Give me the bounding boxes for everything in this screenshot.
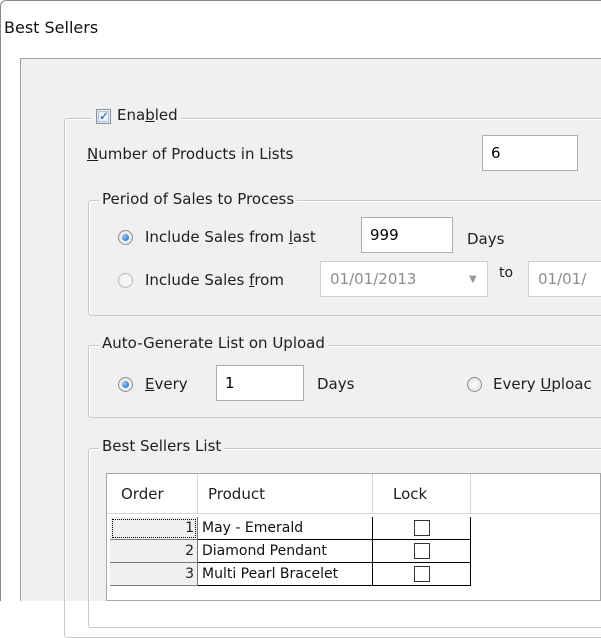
best-sellers-group-title: Best Sellers List: [99, 437, 225, 455]
order-cell[interactable]: 3: [110, 563, 198, 586]
to-label: to: [499, 265, 514, 281]
lock-checkbox[interactable]: [413, 543, 430, 559]
check-mark-icon: ✓: [98, 109, 110, 123]
product-cell[interactable]: Diamond Pendant: [198, 540, 373, 563]
window-title: Best Sellers: [4, 18, 99, 37]
best-sellers-table[interactable]: Order Product Lock 1 May - Emerald 2 Dia…: [106, 473, 601, 601]
column-header-lock[interactable]: Lock: [373, 474, 471, 514]
to-date-value: 01/01/: [538, 270, 587, 288]
column-header-product[interactable]: Product: [198, 474, 373, 514]
period-group: [88, 200, 601, 316]
every-upload-label[interactable]: Every Uploac: [493, 375, 592, 393]
from-date-value: 01/01/2013: [330, 270, 417, 288]
num-products-label: Number of Products in Lists: [87, 145, 294, 163]
every-days-input[interactable]: 1: [216, 365, 304, 401]
last-days-input[interactable]: 999: [361, 217, 453, 253]
include-last-label[interactable]: Include Sales from last: [145, 228, 316, 246]
column-header-order[interactable]: Order: [107, 474, 198, 514]
radio-selected-dot: [122, 381, 129, 388]
product-cell[interactable]: Multi Pearl Bracelet: [198, 563, 373, 586]
column-header-filler: [471, 474, 600, 514]
num-products-input[interactable]: 6: [482, 135, 578, 171]
every-days-label[interactable]: Every: [145, 375, 188, 393]
to-date-picker[interactable]: 01/01/: [528, 261, 601, 297]
lock-cell[interactable]: [373, 517, 471, 540]
product-cell[interactable]: May - Emerald: [198, 517, 373, 540]
from-date-picker[interactable]: 01/01/2013: [320, 261, 488, 297]
lock-checkbox[interactable]: [413, 566, 430, 582]
period-group-title: Period of Sales to Process: [99, 190, 298, 208]
radio-selected-dot: [122, 234, 129, 241]
include-last-radio[interactable]: [118, 230, 133, 245]
order-cell[interactable]: 2: [110, 540, 198, 563]
lock-cell[interactable]: [373, 563, 471, 586]
every-upload-radio[interactable]: [467, 377, 482, 392]
date-dropdown-arrow-icon[interactable]: ▼: [469, 274, 477, 285]
order-cell[interactable]: 1: [110, 517, 198, 540]
include-from-label[interactable]: Include Sales from: [145, 271, 284, 289]
enabled-label[interactable]: Enabled: [117, 106, 178, 124]
every-days-unit: Days: [317, 375, 355, 393]
table-empty-area: [471, 514, 600, 600]
last-days-unit: Days: [467, 230, 505, 248]
autogen-group-title: Auto-Generate List on Upload: [99, 334, 328, 352]
every-days-radio[interactable]: [118, 377, 133, 392]
lock-checkbox[interactable]: [413, 520, 430, 536]
lock-cell[interactable]: [373, 540, 471, 563]
include-from-radio[interactable]: [118, 273, 133, 288]
enabled-group-header: ✓ Enabled: [92, 106, 181, 126]
enabled-checkbox[interactable]: ✓: [96, 109, 111, 124]
